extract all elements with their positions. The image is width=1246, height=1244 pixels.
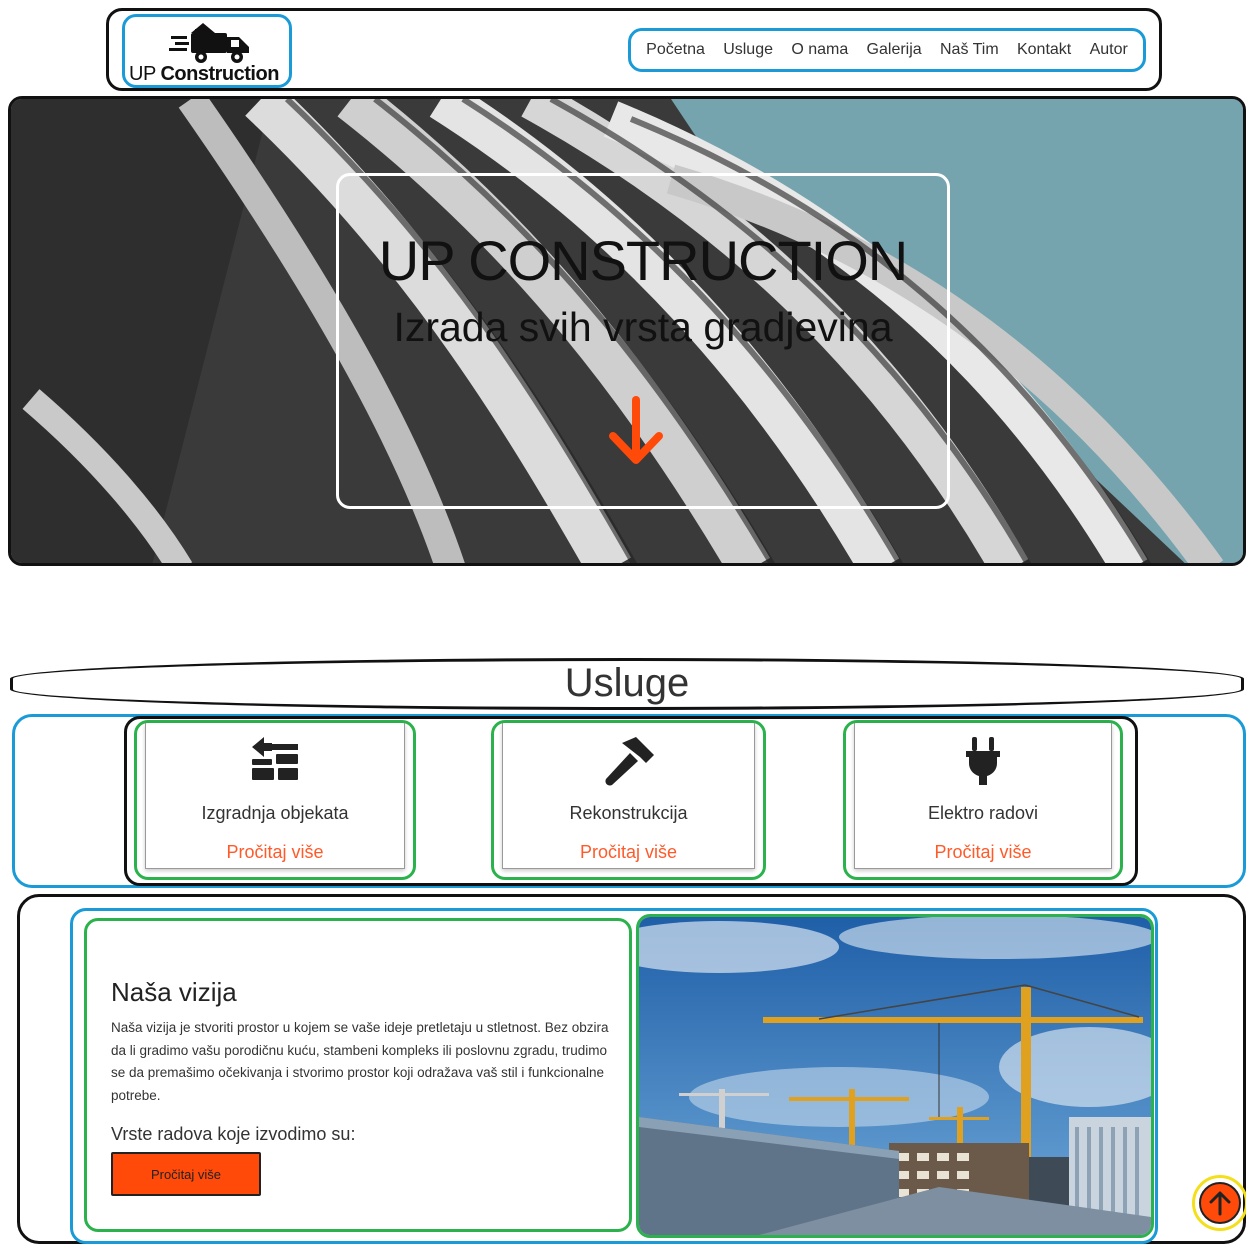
vision-body: Naša vizija je stvoriti prostor u kojem … — [111, 1020, 609, 1103]
construction-cranes-photo — [636, 914, 1154, 1238]
main-nav: Početna Usluge O nama Galerija Naš Tim K… — [628, 28, 1146, 72]
hero-subtitle: Izrada svih vrsta gradjevina — [393, 304, 893, 350]
logo-text: UP Construction — [129, 63, 279, 85]
hero-title: UP CONSTRUCTION — [378, 229, 908, 292]
read-more-link[interactable]: Pročitaj više — [846, 842, 1120, 863]
vision-subheading: Vrste radova koje izvodimo su: — [111, 1124, 356, 1144]
trowel-bricks-icon — [252, 737, 298, 780]
read-more-button[interactable]: Pročitaj više — [111, 1152, 261, 1196]
truck-house-icon — [169, 23, 249, 63]
services-title: Usluge — [564, 661, 690, 705]
photo-illustration — [639, 917, 1151, 1235]
read-more-link[interactable]: Pročitaj više — [137, 842, 413, 863]
arrow-up-icon — [1209, 1191, 1231, 1216]
back-to-top-button[interactable] — [1199, 1182, 1241, 1224]
service-title: Elektro radovi — [927, 803, 1039, 823]
nav-link-galerija[interactable]: Galerija — [867, 41, 922, 59]
service-card-rekonstrukcija: Rekonstrukcija Pročitaj više — [491, 720, 766, 880]
nav-link-pocetna[interactable]: Početna — [646, 41, 705, 59]
read-more-link[interactable]: Pročitaj više — [494, 842, 763, 863]
logo[interactable]: UP Construction — [122, 14, 292, 88]
service-title: Izgradnja objekata — [201, 803, 349, 823]
service-card-elektro: Elektro radovi Pročitaj više — [843, 720, 1123, 880]
service-card-izgradnja: Izgradnja objekata Pročitaj više — [134, 720, 416, 880]
nav-link-nas-tim[interactable]: Naš Tim — [940, 41, 999, 59]
vision-text-column: Naša vizija Naša vizija je stvoriti pros… — [84, 918, 632, 1232]
hero-content-box: UP CONSTRUCTION Izrada svih vrsta gradje… — [336, 173, 950, 509]
plug-icon — [966, 737, 1000, 785]
nav-link-autor[interactable]: Autor — [1090, 41, 1128, 59]
nav-link-kontakt[interactable]: Kontakt — [1017, 41, 1071, 59]
service-title: Rekonstrukcija — [569, 803, 688, 823]
nav-link-o-nama[interactable]: O nama — [791, 41, 848, 59]
nav-link-usluge[interactable]: Usluge — [723, 41, 773, 59]
hammer-icon — [604, 737, 654, 786]
arrow-down-icon[interactable] — [605, 396, 667, 468]
services-title-box: Usluge — [10, 658, 1244, 710]
vision-title: Naša vizija — [111, 977, 237, 1007]
